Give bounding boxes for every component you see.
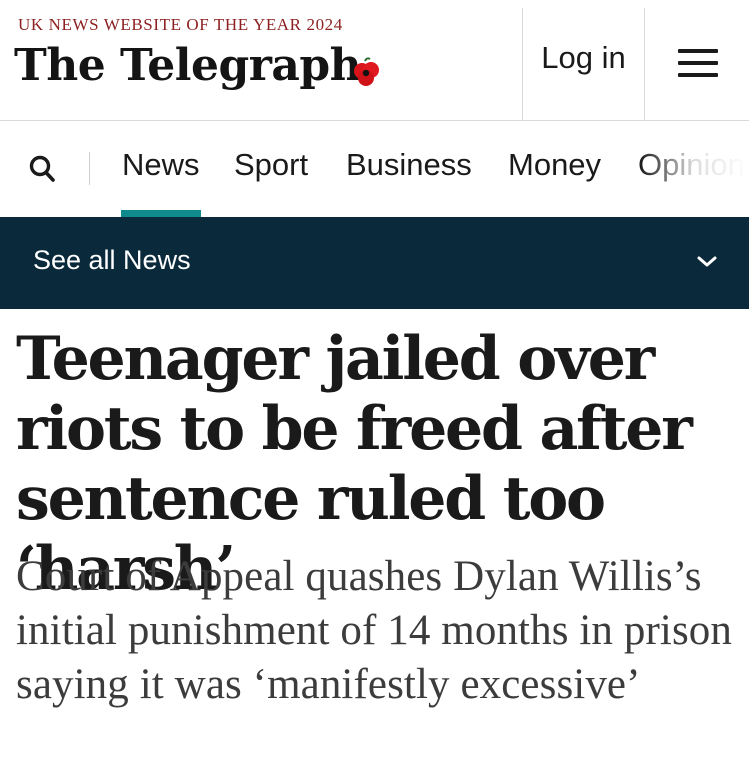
- active-tab-indicator: [121, 210, 201, 217]
- see-all-label: See all News: [33, 245, 191, 275]
- masthead: UK NEWS WEBSITE OF THE YEAR 2024 The Tel…: [0, 0, 749, 121]
- tab-news[interactable]: News: [122, 147, 200, 183]
- telegraph-logo[interactable]: The Telegraph: [14, 40, 362, 91]
- search-button[interactable]: [26, 151, 62, 187]
- see-all-news-bar[interactable]: See all News: [0, 217, 749, 309]
- nav-divider: [89, 152, 90, 185]
- tab-business[interactable]: Business: [346, 147, 472, 183]
- tab-money[interactable]: Money: [508, 147, 601, 183]
- login-button[interactable]: Log in: [522, 8, 645, 120]
- section-nav: News Sport Business Money Opinion: [0, 121, 749, 217]
- poppy-icon: [354, 57, 379, 86]
- award-banner: UK NEWS WEBSITE OF THE YEAR 2024: [18, 15, 343, 34]
- tab-opinion[interactable]: Opinion: [638, 147, 745, 183]
- search-icon: [29, 155, 55, 182]
- article-standfirst: Court of Appeal quashes Dylan Willis’s i…: [16, 553, 732, 708]
- chevron-down-icon: [697, 256, 717, 267]
- menu-button[interactable]: [646, 8, 749, 120]
- tab-sport[interactable]: Sport: [234, 147, 308, 183]
- login-label: Log in: [541, 40, 626, 75]
